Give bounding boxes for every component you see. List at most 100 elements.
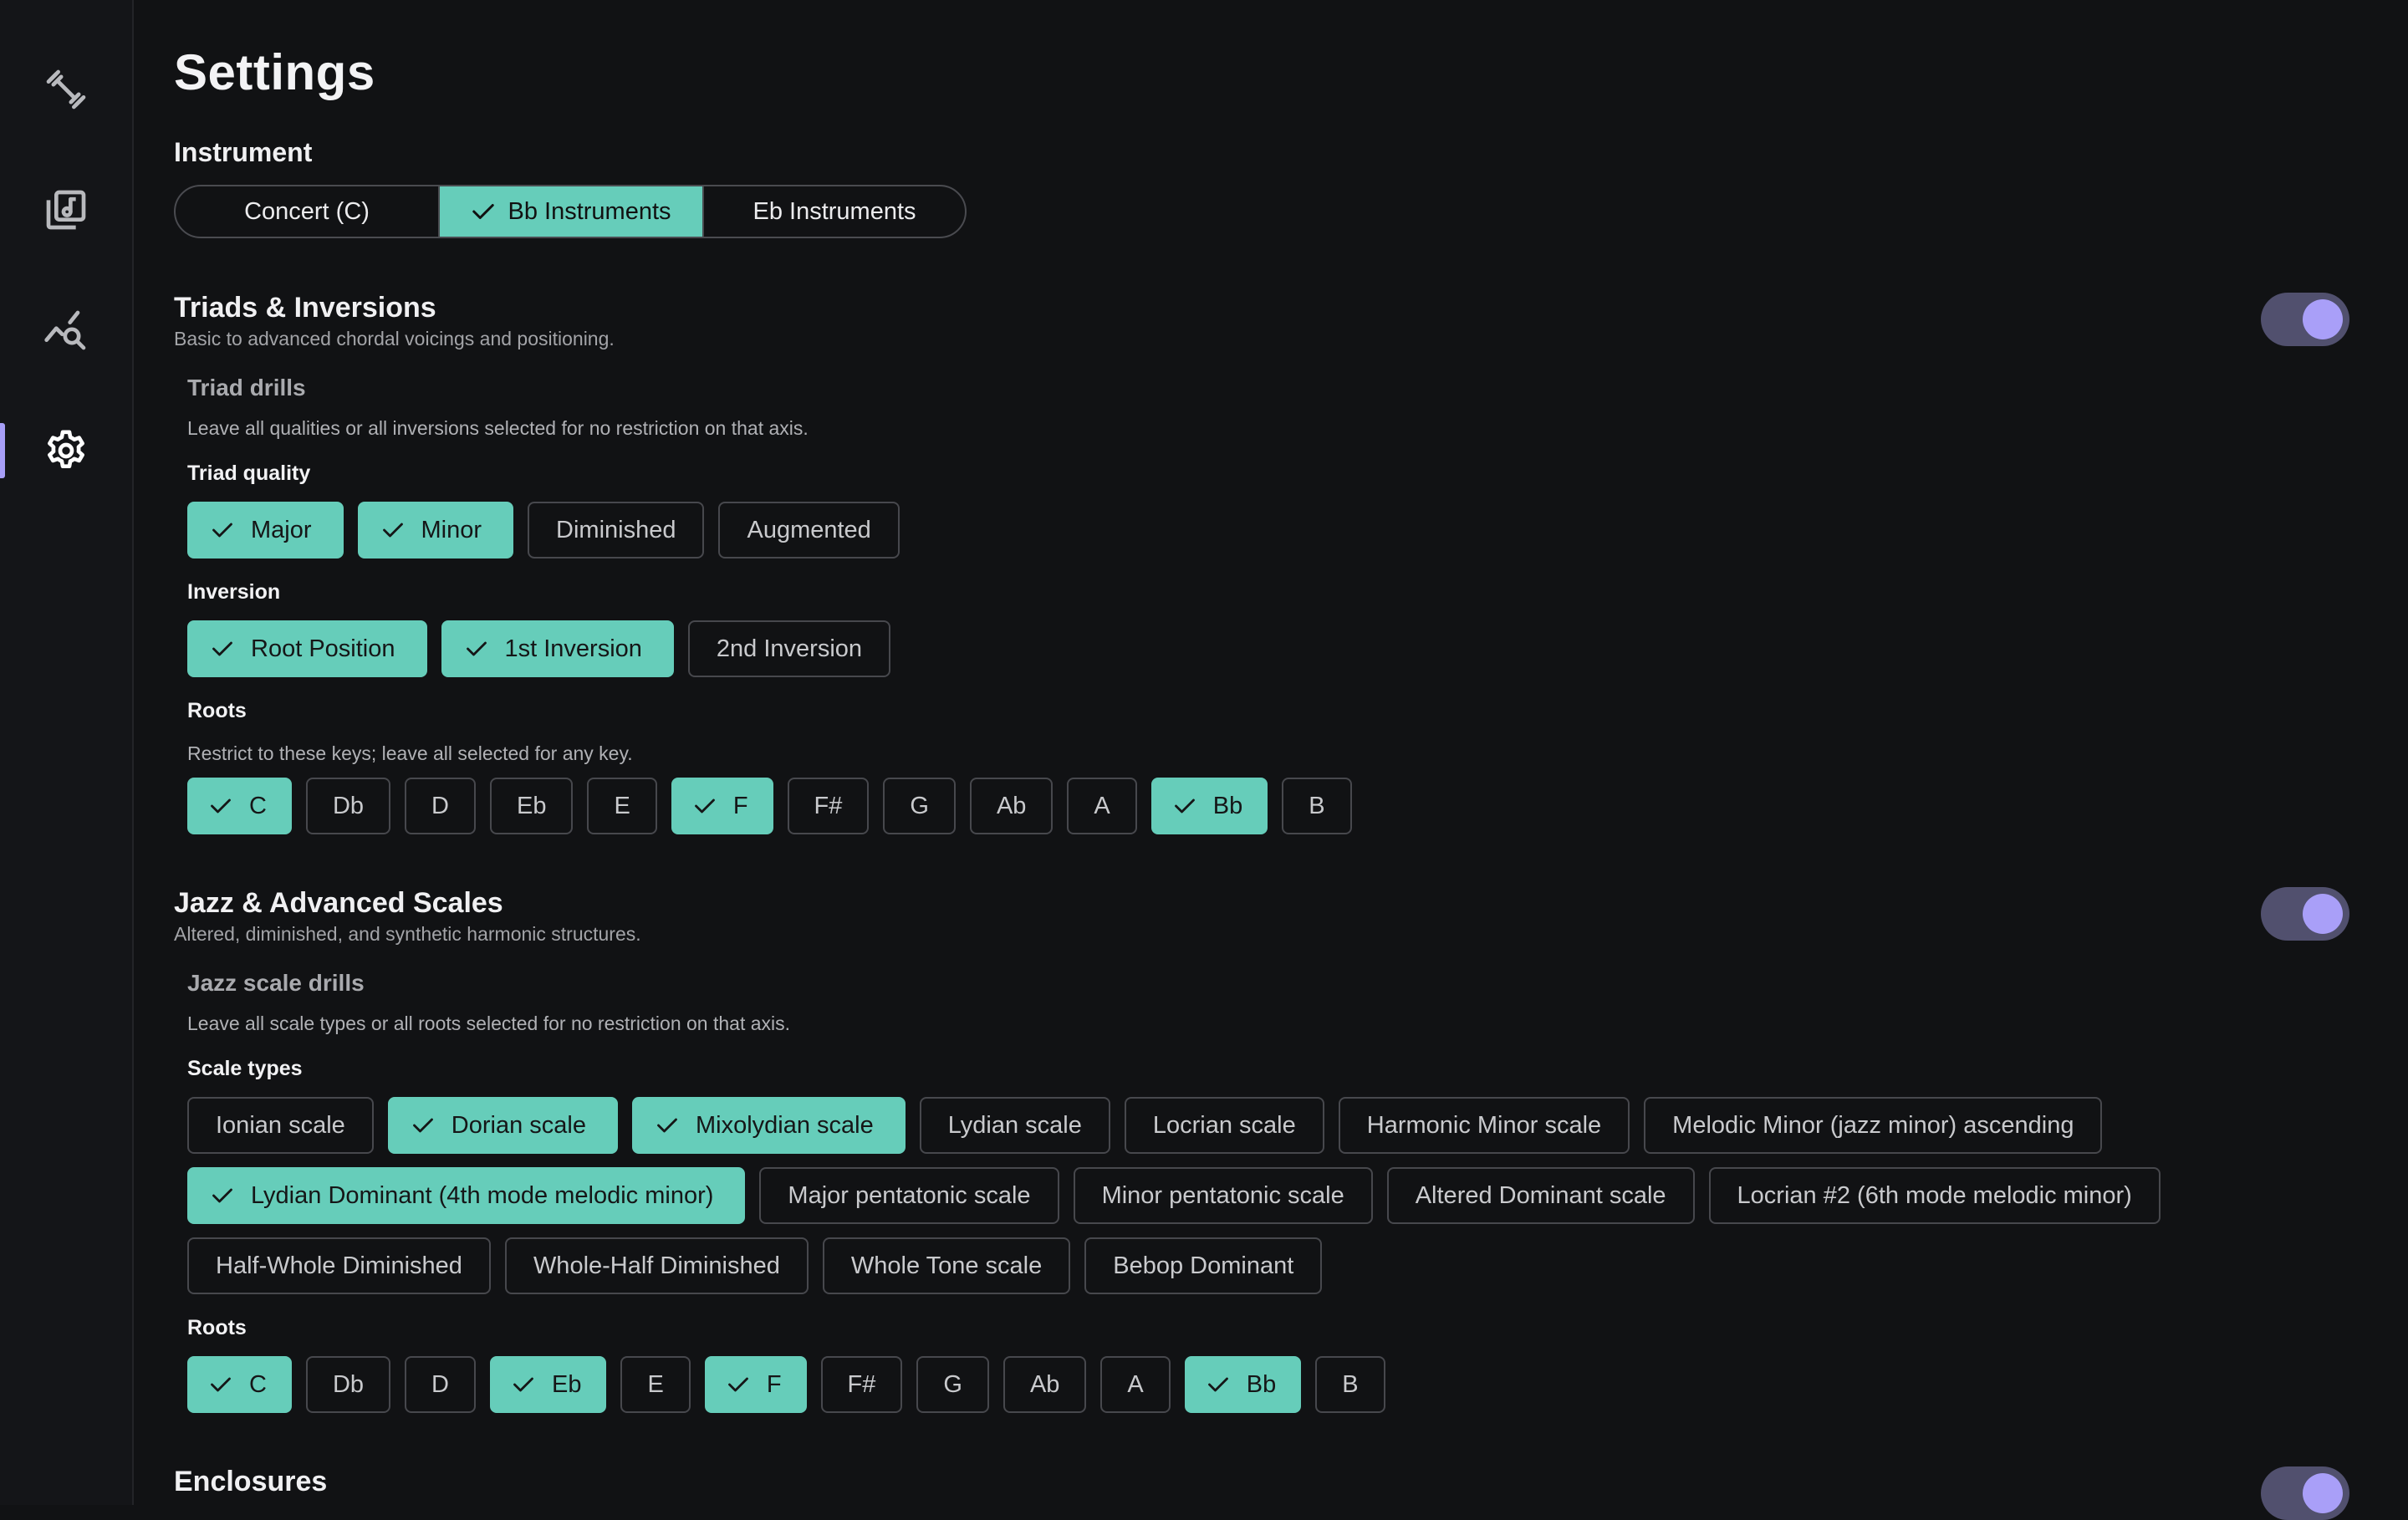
library-nav-item[interactable] — [0, 164, 132, 256]
option-label: Bb Instruments — [508, 197, 671, 225]
inversion-chips: Root Position 1st Inversion 2nd Inversion — [187, 620, 891, 677]
page-title: Settings — [174, 44, 375, 100]
jazz-root-chip-e[interactable]: E — [620, 1356, 691, 1413]
jazz-root-chip-b[interactable]: B — [1315, 1356, 1385, 1413]
chip-label: F — [732, 792, 748, 819]
check-icon — [657, 1118, 677, 1133]
jazz-root-chip-d[interactable]: D — [405, 1356, 476, 1413]
scale-type-chips-row: Half-Whole Diminished Whole-Half Diminish… — [187, 1237, 1323, 1294]
triad-root-chip-e[interactable]: E — [587, 778, 657, 834]
jazz-root-chip-ab[interactable]: Ab — [1002, 1356, 1087, 1413]
check-icon — [211, 1377, 231, 1392]
triad-root-chip-f[interactable]: F — [671, 778, 773, 834]
jazz-root-chip-f-sharp[interactable]: F# — [820, 1356, 903, 1413]
triad-root-chip-db[interactable]: Db — [305, 778, 391, 834]
triads-toggle[interactable] — [2261, 293, 2349, 346]
jazz-drills-title: Jazz scale drills — [187, 970, 365, 996]
chip-label: Half-Whole Diminished — [216, 1252, 462, 1279]
scale-type-chip-locrian-sharp2-6th-mode-melodic-minor[interactable]: Locrian #2 (6th mode melodic minor) — [1708, 1167, 2161, 1224]
chip-label: Root Position — [251, 635, 395, 662]
scale-type-chip-melodic-minor-jazz-minor-ascending[interactable]: Melodic Minor (jazz minor) ascending — [1644, 1097, 2103, 1154]
chip-label: Bebop Dominant — [1113, 1252, 1294, 1279]
jazz-root-chips: C Db D Eb E F F# G Ab A Bb B — [187, 1356, 1385, 1413]
check-icon — [727, 1377, 748, 1392]
triad-root-chip-eb[interactable]: Eb — [489, 778, 574, 834]
instrument-option-concert[interactable]: Concert (C) — [176, 186, 440, 237]
scale-type-chip-harmonic-minor-scale[interactable]: Harmonic Minor scale — [1338, 1097, 1630, 1154]
inversion-chip-root-position[interactable]: Root Position — [187, 620, 427, 677]
scale-type-chip-lydian-scale[interactable]: Lydian scale — [919, 1097, 1110, 1154]
scale-type-chip-bebop-dominant[interactable]: Bebop Dominant — [1084, 1237, 1323, 1294]
check-icon — [694, 798, 715, 814]
inversion-chip-2nd-inversion[interactable]: 2nd Inversion — [687, 620, 891, 677]
scale-type-chip-major-pentatonic-scale[interactable]: Major pentatonic scale — [759, 1167, 1059, 1224]
jazz-root-chip-db[interactable]: Db — [305, 1356, 391, 1413]
scale-type-chip-dorian-scale[interactable]: Dorian scale — [387, 1097, 618, 1154]
dumbbell-icon — [46, 69, 86, 110]
chip-label: Major pentatonic scale — [788, 1181, 1031, 1209]
check-icon — [212, 641, 232, 656]
check-icon — [211, 798, 231, 814]
scale-type-chip-half-whole-diminished[interactable]: Half-Whole Diminished — [187, 1237, 491, 1294]
chip-label: Db — [332, 1370, 365, 1398]
triad-root-chip-f-sharp[interactable]: F# — [787, 778, 870, 834]
triad-root-chip-g[interactable]: G — [883, 778, 956, 834]
chip-label: D — [431, 792, 449, 819]
triad-root-chip-ab[interactable]: Ab — [969, 778, 1054, 834]
chip-label: Mixolydian scale — [695, 1111, 874, 1139]
stats-nav-item[interactable] — [0, 284, 132, 376]
practice-nav-item[interactable] — [0, 43, 132, 135]
triad-quality-chip-diminished[interactable]: Diminished — [528, 502, 705, 559]
triad-root-chip-a[interactable]: A — [1067, 778, 1137, 834]
scale-type-chip-whole-half-diminished[interactable]: Whole-Half Diminished — [504, 1237, 809, 1294]
scale-type-chip-ionian-scale[interactable]: Ionian scale — [187, 1097, 374, 1154]
triad-root-chip-c[interactable]: C — [187, 778, 292, 834]
triad-root-chip-bb[interactable]: Bb — [1150, 778, 1268, 834]
triad-quality-chip-major[interactable]: Major — [187, 502, 344, 559]
triad-quality-chip-minor[interactable]: Minor — [357, 502, 514, 559]
chip-label: C — [249, 1370, 267, 1398]
instrument-option-eb[interactable]: Eb Instruments — [704, 186, 965, 237]
triad-quality-chip-augmented[interactable]: Augmented — [718, 502, 900, 559]
chip-label: Bb — [1212, 792, 1243, 819]
triad-roots-label: Roots — [187, 699, 247, 722]
option-label: Eb Instruments — [752, 197, 916, 225]
scale-type-chip-mixolydian-scale[interactable]: Mixolydian scale — [631, 1097, 906, 1154]
jazz-roots-label: Roots — [187, 1316, 247, 1339]
enclosures-toggle[interactable] — [2261, 1466, 2349, 1520]
check-icon — [1174, 798, 1195, 814]
scale-type-chip-altered-dominant-scale[interactable]: Altered Dominant scale — [1386, 1167, 1695, 1224]
jazz-root-chip-c[interactable]: C — [187, 1356, 292, 1413]
scale-type-chip-locrian-scale[interactable]: Locrian scale — [1124, 1097, 1324, 1154]
inversion-chip-1st-inversion[interactable]: 1st Inversion — [441, 620, 674, 677]
check-icon — [212, 1188, 232, 1203]
instrument-option-bb[interactable]: Bb Instruments — [440, 186, 704, 237]
jazz-section-title: Jazz & Advanced Scales — [174, 887, 503, 919]
jazz-root-chip-bb[interactable]: Bb — [1184, 1356, 1302, 1413]
chip-label: 2nd Inversion — [716, 635, 863, 662]
check-icon — [1207, 1377, 1228, 1392]
gear-icon — [48, 430, 84, 468]
chip-label: A — [1127, 1370, 1144, 1398]
jazz-drills-description: Leave all scale types or all roots selec… — [187, 1012, 791, 1034]
scale-type-chip-lydian-dominant-4th-mode-melodic-minor[interactable]: Lydian Dominant (4th mode melodic minor) — [187, 1167, 746, 1224]
chip-label: Db — [332, 792, 365, 819]
jazz-root-chip-a[interactable]: A — [1100, 1356, 1171, 1413]
jazz-toggle[interactable] — [2261, 887, 2349, 941]
check-icon — [212, 523, 232, 538]
toggle-knob — [2303, 1473, 2343, 1513]
jazz-root-chip-eb[interactable]: Eb — [489, 1356, 607, 1413]
settings-nav-item[interactable] — [0, 405, 132, 497]
triads-section-description: Basic to advanced chordal voicings and p… — [174, 328, 615, 349]
jazz-root-chip-f[interactable]: F — [704, 1356, 807, 1413]
scale-type-chips-row: Ionian scale Dorian scale Mixolydian scale… — [187, 1097, 2103, 1154]
chip-label: Lydian Dominant (4th mode melodic minor) — [251, 1181, 714, 1209]
triad-root-chip-b[interactable]: B — [1282, 778, 1352, 834]
jazz-root-chip-g[interactable]: G — [916, 1356, 989, 1413]
chip-label: Whole-Half Diminished — [533, 1252, 780, 1279]
chip-label: F# — [814, 792, 843, 819]
scale-type-chip-minor-pentatonic-scale[interactable]: Minor pentatonic scale — [1073, 1167, 1373, 1224]
triad-root-chip-d[interactable]: D — [405, 778, 476, 834]
instrument-selector: Concert (C) Bb Instruments Eb Instrument… — [174, 185, 967, 238]
scale-type-chip-whole-tone-scale[interactable]: Whole Tone scale — [822, 1237, 1071, 1294]
